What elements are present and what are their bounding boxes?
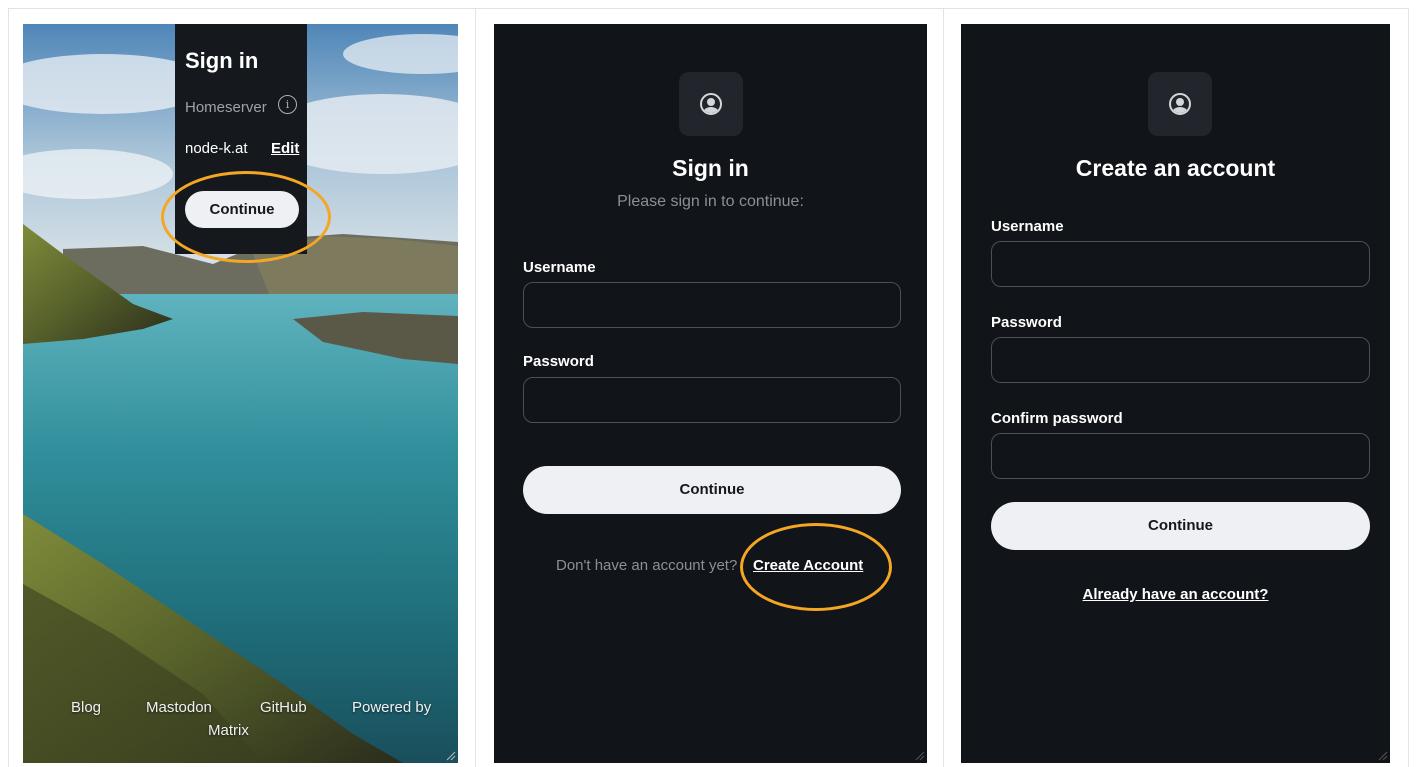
username-input[interactable] (523, 282, 901, 328)
resize-handle-icon[interactable] (446, 751, 456, 761)
resize-handle-icon[interactable] (915, 751, 925, 761)
footer-link-github[interactable]: GitHub (260, 699, 307, 716)
continue-button[interactable]: Continue (991, 502, 1370, 550)
card-title: Sign in (185, 48, 259, 73)
signin-panel: Sign in Please sign in to continue: User… (494, 24, 927, 763)
username-label: Username (523, 259, 596, 276)
footer-link-matrix[interactable]: Matrix (208, 722, 249, 739)
user-circle-icon (1148, 72, 1212, 136)
homeserver-label: Homeserver (185, 99, 267, 116)
footer-link-powered-by: Powered by (352, 699, 432, 716)
signin-subtitle: Please sign in to continue: (617, 193, 804, 210)
homeserver-name: node-k.at (185, 140, 248, 157)
no-account-text: Don't have an account yet? (556, 557, 738, 574)
confirm-password-label: Confirm password (991, 410, 1123, 427)
user-circle-icon (679, 72, 743, 136)
highlight-circle (161, 171, 331, 263)
info-icon[interactable]: i (278, 95, 297, 114)
footer-link-mastodon[interactable]: Mastodon (146, 699, 212, 716)
username-label: Username (991, 218, 1064, 235)
password-input[interactable] (523, 377, 901, 423)
footer-link-blog[interactable]: Blog (71, 699, 101, 716)
signin-title: Sign in (672, 155, 749, 181)
landscape-signin-panel: Sign in Homeserver i node-k.at Edit Cont… (23, 24, 458, 763)
register-panel: Create an account Username Password Conf… (961, 24, 1390, 763)
register-title: Create an account (1075, 155, 1276, 181)
password-input[interactable] (991, 337, 1370, 383)
continue-button[interactable]: Continue (523, 466, 901, 514)
password-label: Password (991, 314, 1062, 331)
resize-handle-icon[interactable] (1378, 751, 1388, 761)
highlight-circle (740, 523, 892, 611)
already-have-account-link[interactable]: Already have an account? (961, 586, 1390, 603)
confirm-password-input[interactable] (991, 433, 1370, 479)
password-label: Password (523, 353, 594, 370)
edit-homeserver-link[interactable]: Edit (271, 140, 299, 157)
username-input[interactable] (991, 241, 1370, 287)
